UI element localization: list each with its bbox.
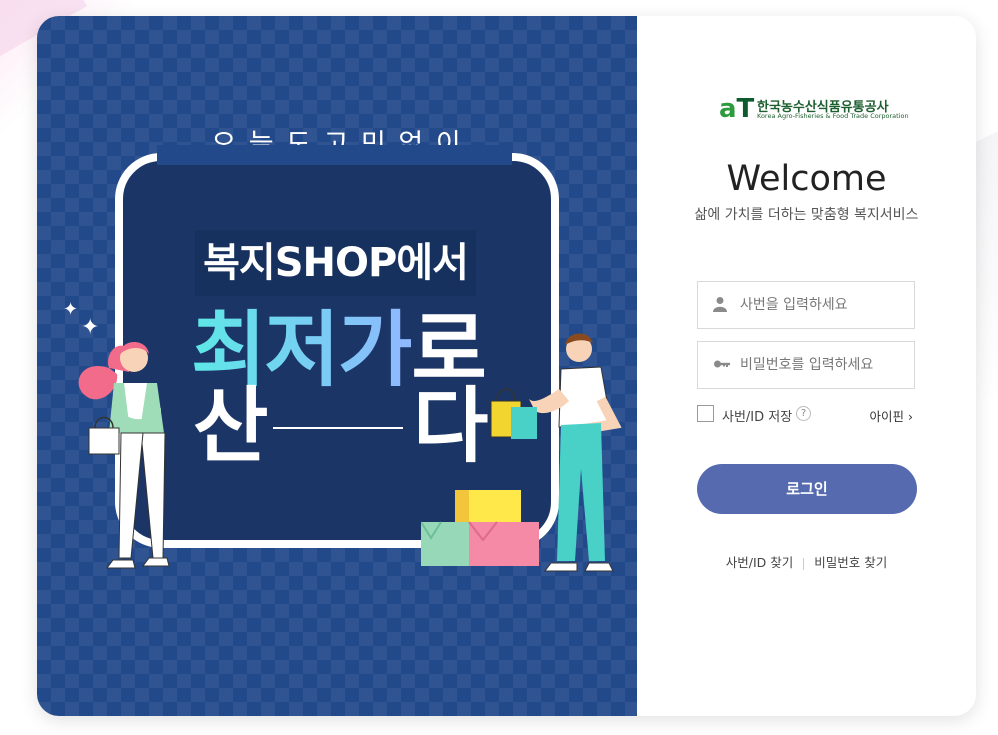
company-logo: aT 한국농수산식품유통공사 Korea Agro-Fisheries & Fo… xyxy=(719,94,919,124)
save-id-checkbox[interactable] xyxy=(697,405,714,422)
user-icon xyxy=(713,296,729,314)
find-password-link[interactable]: 비밀번호 찾기 xyxy=(814,555,887,570)
headline-line2-left: 산 xyxy=(193,379,268,474)
shop-title: 복지SHOP에서 xyxy=(195,230,476,296)
welcome-title: Welcome xyxy=(726,159,887,199)
logo-name-en: Korea Agro-Fisheries & Food Trade Corpor… xyxy=(757,112,909,120)
man-illustration xyxy=(490,333,622,572)
sparkle-icon: ✦ xyxy=(63,299,79,320)
help-icon[interactable]: ? xyxy=(796,406,811,421)
save-id-row: 사번/ID 저장 ? 아이핀 › xyxy=(697,405,919,425)
key-icon xyxy=(713,356,730,374)
promo-banner: 오.늘.도.고.민.없.이 복지SHOP에서 최저가로 산 다 ✦ ✦ xyxy=(37,16,637,716)
board-notch xyxy=(157,145,512,165)
welcome-subtitle: 삶에 가치를 더하는 맞춤형 복지서비스 xyxy=(694,207,919,223)
login-button[interactable]: 로그인 xyxy=(697,464,917,514)
save-id-label[interactable]: 사번/ID 저장 xyxy=(722,406,792,425)
password-input[interactable] xyxy=(740,342,910,388)
headline-divider xyxy=(273,427,403,429)
employee-id-field[interactable] xyxy=(697,281,915,329)
account-links: 사번/ID 찾기 비밀번호 찾기 xyxy=(637,552,976,571)
ipin-link[interactable]: 아이핀 › xyxy=(870,406,913,425)
link-divider xyxy=(803,557,805,570)
login-panel: aT 한국농수산식품유통공사 Korea Agro-Fisheries & Fo… xyxy=(637,16,976,716)
password-field[interactable] xyxy=(697,341,915,389)
headline-line2-right: 다 xyxy=(413,379,488,474)
login-card: 오.늘.도.고.민.없.이 복지SHOP에서 최저가로 산 다 ✦ ✦ xyxy=(37,16,976,716)
logo-mark: aT xyxy=(719,94,755,124)
woman-illustration xyxy=(78,342,170,569)
employee-id-input[interactable] xyxy=(740,282,910,328)
find-id-link[interactable]: 사번/ID 찾기 xyxy=(726,555,794,570)
